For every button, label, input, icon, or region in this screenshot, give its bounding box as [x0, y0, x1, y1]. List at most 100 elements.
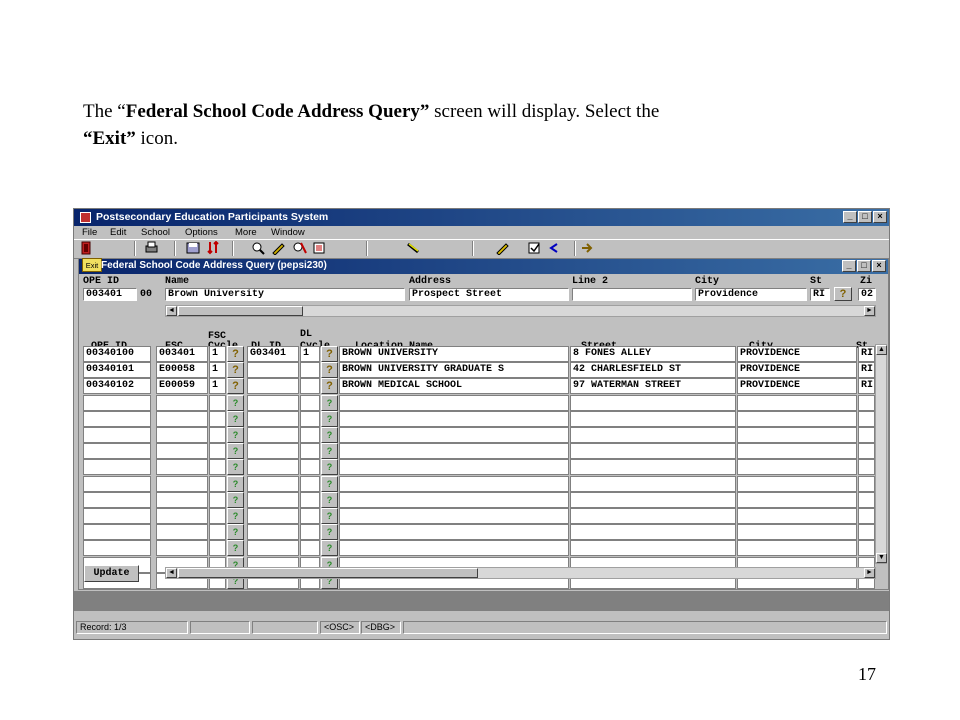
- grid-cell-street[interactable]: [570, 394, 736, 411]
- grid-cell-city[interactable]: [737, 459, 857, 476]
- lookup-question-icon[interactable]: ?: [321, 410, 338, 427]
- lookup-question-icon[interactable]: ?: [227, 443, 244, 460]
- grid-cell-dl-cycle[interactable]: [300, 524, 320, 541]
- grid-cell-fsc[interactable]: [156, 491, 208, 508]
- grid-cell-street[interactable]: 8 FONES ALLEY: [570, 346, 736, 362]
- grid-cell-ope-id[interactable]: 00340101: [83, 362, 151, 379]
- grid-cell-ope-id[interactable]: [83, 443, 151, 460]
- grid-cell-location-name[interactable]: BROWN UNIVERSITY: [339, 346, 569, 362]
- grid-cell-dl-cycle[interactable]: [300, 427, 320, 443]
- menu-window[interactable]: Window: [271, 227, 305, 238]
- grid-cell-dl-cycle[interactable]: [300, 362, 320, 379]
- grid-cell-st[interactable]: [858, 491, 875, 508]
- lookup-question-icon[interactable]: ?: [321, 491, 338, 508]
- grid-cell-street[interactable]: [570, 508, 736, 524]
- menu-file[interactable]: File: [82, 227, 97, 238]
- lookup-question-icon[interactable]: ?: [227, 410, 244, 427]
- grid-scroll-right-icon[interactable]: ►: [864, 568, 875, 578]
- grid-cell-fsc[interactable]: [156, 524, 208, 541]
- grid-cell-dl-id[interactable]: [247, 491, 299, 508]
- grid-cell-st[interactable]: [858, 508, 875, 524]
- grid-cell-fsc[interactable]: [156, 540, 208, 557]
- grid-cell-st[interactable]: [858, 459, 875, 476]
- scroll-right-icon[interactable]: ►: [864, 306, 875, 316]
- lookup-question-icon[interactable]: ?: [321, 508, 338, 524]
- lookup-question-icon[interactable]: ?: [227, 362, 244, 379]
- city-field[interactable]: Providence: [695, 288, 807, 301]
- menu-more[interactable]: More: [235, 227, 257, 238]
- grid-cell-street[interactable]: [570, 427, 736, 443]
- grid-cell-st[interactable]: [858, 540, 875, 557]
- scroll-left-icon[interactable]: ◄: [166, 306, 177, 316]
- grid-cell-dl-id[interactable]: [247, 475, 299, 492]
- state-lookup-button[interactable]: ?: [834, 287, 852, 301]
- line2-field[interactable]: [572, 288, 692, 301]
- lookup-question-icon[interactable]: ?: [227, 459, 244, 476]
- grid-cell-fsc-cycle[interactable]: [209, 475, 226, 492]
- grid-hscrollbar[interactable]: ◄ ►: [165, 567, 876, 579]
- grid-cell-st[interactable]: [858, 443, 875, 460]
- grid-cell-city[interactable]: PROVIDENCE: [737, 378, 857, 395]
- state-field[interactable]: RI: [810, 288, 830, 301]
- grid-cell-st[interactable]: [858, 524, 875, 541]
- grid-cell-dl-cycle[interactable]: 1: [300, 346, 320, 362]
- name-field[interactable]: Brown University: [165, 288, 405, 301]
- grid-cell-location-name[interactable]: [339, 410, 569, 427]
- grid-cell-location-name[interactable]: [339, 524, 569, 541]
- lookup-question-icon[interactable]: ?: [227, 524, 244, 541]
- grid-cell-street[interactable]: [570, 540, 736, 557]
- scroll-thumb[interactable]: [178, 306, 303, 316]
- grid-cell-fsc[interactable]: [156, 475, 208, 492]
- grid-cell-city[interactable]: PROVIDENCE: [737, 346, 857, 362]
- grid-cell-fsc-cycle[interactable]: 1: [209, 378, 226, 395]
- grid-cell-fsc-cycle[interactable]: [209, 394, 226, 411]
- grid-cell-ope-id[interactable]: [83, 394, 151, 411]
- lookup-question-icon[interactable]: ?: [227, 394, 244, 411]
- grid-cell-dl-id[interactable]: [247, 524, 299, 541]
- lookup-question-icon[interactable]: ?: [321, 459, 338, 476]
- zip-field[interactable]: 02: [858, 288, 876, 301]
- menu-edit[interactable]: Edit: [110, 227, 126, 238]
- query-close-button[interactable]: ×: [872, 260, 886, 272]
- grid-cell-ope-id[interactable]: [83, 410, 151, 427]
- grid-cell-dl-id[interactable]: [247, 394, 299, 411]
- grid-cell-city[interactable]: [737, 410, 857, 427]
- query-maximize-button[interactable]: □: [857, 260, 871, 272]
- grid-cell-street[interactable]: [570, 491, 736, 508]
- grid-cell-fsc[interactable]: [156, 394, 208, 411]
- minimize-button[interactable]: _: [843, 211, 857, 223]
- clear-icon[interactable]: [292, 241, 307, 255]
- grid-cell-dl-cycle[interactable]: [300, 459, 320, 476]
- pencil-icon[interactable]: [495, 241, 510, 256]
- lookup-question-icon[interactable]: ?: [321, 394, 338, 411]
- lookup-question-icon[interactable]: ?: [227, 378, 244, 395]
- lookup-question-icon[interactable]: ?: [227, 346, 244, 362]
- lookup-question-icon[interactable]: ?: [321, 443, 338, 460]
- grid-cell-fsc-cycle[interactable]: [209, 410, 226, 427]
- grid-cell-city[interactable]: [737, 475, 857, 492]
- exit-icon[interactable]: Exit: [82, 258, 102, 272]
- grid-cell-city[interactable]: PROVIDENCE: [737, 362, 857, 379]
- edit-icon[interactable]: [271, 241, 286, 256]
- grid-cell-st[interactable]: RI: [858, 378, 875, 395]
- grid-cell-street[interactable]: [570, 410, 736, 427]
- grid-cell-fsc[interactable]: E00059: [156, 378, 208, 395]
- grid-cell-fsc[interactable]: [156, 410, 208, 427]
- grid-cell-st[interactable]: RI: [858, 362, 875, 379]
- menu-school[interactable]: School: [141, 227, 170, 238]
- grid-cell-st[interactable]: RI: [858, 346, 875, 362]
- grid-cell-dl-id[interactable]: G03401: [247, 346, 299, 362]
- lookup-question-icon[interactable]: ?: [321, 475, 338, 492]
- lookup-question-icon[interactable]: ?: [321, 427, 338, 443]
- grid-cell-city[interactable]: [737, 394, 857, 411]
- header-hscrollbar[interactable]: ◄ ►: [165, 305, 876, 317]
- scroll-up-icon[interactable]: ▲: [876, 345, 887, 355]
- grid-vscrollbar[interactable]: ▲ ▼: [875, 344, 887, 564]
- lookup-question-icon[interactable]: ?: [321, 524, 338, 541]
- grid-cell-city[interactable]: [737, 508, 857, 524]
- grid-cell-city[interactable]: [737, 524, 857, 541]
- grid-cell-fsc-cycle[interactable]: 1: [209, 362, 226, 379]
- grid-cell-fsc[interactable]: [156, 508, 208, 524]
- grid-cell-fsc-cycle[interactable]: [209, 443, 226, 460]
- lookup-question-icon[interactable]: ?: [227, 491, 244, 508]
